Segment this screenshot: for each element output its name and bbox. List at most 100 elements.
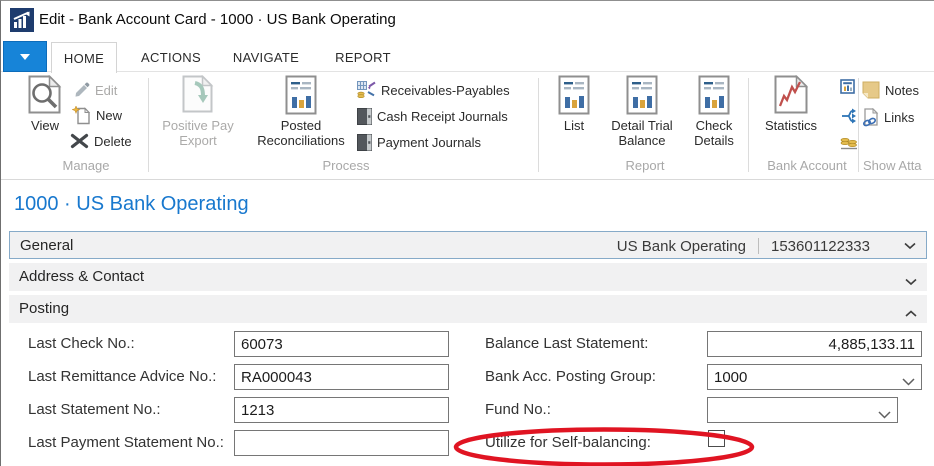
fasttab-posting[interactable]: Posting	[9, 295, 927, 323]
receivables-payables-label: Receivables-Payables	[381, 83, 510, 98]
fund-no-label: Fund No.:	[485, 397, 551, 423]
app-logo-icon	[10, 8, 34, 32]
summary-divider	[758, 238, 759, 254]
delete-x-icon	[70, 133, 89, 149]
tab-home-label: HOME	[64, 51, 104, 66]
branch-arrows-icon	[840, 107, 857, 124]
payment-journals-label: Payment Journals	[377, 135, 481, 150]
positive-pay-export-button[interactable]: Positive Pay Export	[151, 75, 245, 148]
last-check-no-input[interactable]	[234, 331, 449, 357]
last-remittance-advice-no-input[interactable]	[234, 364, 449, 390]
page-title: 1000 · US Bank Operating	[14, 193, 249, 216]
group-separator	[858, 78, 859, 172]
link-page-icon	[862, 108, 879, 127]
new-button-label: New	[96, 108, 122, 123]
application-menu-button[interactable]	[3, 41, 47, 72]
last-remittance-advice-no-label: Last Remittance Advice No.:	[28, 364, 216, 390]
fasttab-general-label: General	[10, 232, 73, 260]
bank-acc-posting-group-combobox[interactable]	[707, 364, 922, 390]
report-chart-document-icon	[285, 75, 317, 115]
view-button-label: View	[31, 118, 59, 133]
edit-button[interactable]: Edit	[74, 80, 117, 100]
receivables-payables-button[interactable]: Receivables-Payables	[357, 80, 510, 100]
show-attached-group-label: Show Atta	[863, 158, 934, 173]
last-statement-no-input[interactable]	[234, 397, 449, 423]
detail-trial-balance-button[interactable]: Detail Trial Balance	[603, 75, 681, 148]
detail-trial-balance-label: Detail Trial Balance	[603, 118, 681, 148]
posted-reconciliations-label: Posted Reconciliations	[247, 118, 355, 148]
last-statement-no-label: Last Statement No.:	[28, 397, 161, 423]
report-chart-document-icon	[558, 75, 590, 115]
fasttab-address-contact-label: Address & Contact	[9, 263, 144, 291]
fasttab-posting-label: Posting	[9, 295, 69, 323]
tab-report-label: REPORT	[335, 50, 391, 65]
payment-journals-button[interactable]: Payment Journals	[357, 132, 481, 152]
cash-receipt-journals-button[interactable]: Cash Receipt Journals	[357, 106, 508, 126]
utilize-for-self-balancing-label: Utilize for Self-balancing:	[485, 430, 651, 456]
report-chart-document-icon	[626, 75, 658, 115]
last-payment-statement-no-input[interactable]	[234, 430, 449, 456]
new-button[interactable]: New	[72, 105, 122, 125]
last-payment-statement-no-label: Last Payment Statement No.:	[28, 430, 224, 456]
tab-navigate[interactable]: NAVIGATE	[225, 42, 307, 72]
tab-navigate-label: NAVIGATE	[233, 50, 299, 65]
chevron-up-icon[interactable]	[905, 305, 917, 323]
group-separator	[538, 78, 539, 172]
statement-chart-button[interactable]	[840, 77, 856, 97]
bank-acc-posting-group-label: Bank Acc. Posting Group:	[485, 364, 656, 390]
report-chart-document-icon	[698, 75, 730, 115]
notes-button-label: Notes	[885, 83, 919, 98]
general-name-value: US Bank Operating	[617, 238, 746, 255]
general-account-no-value: 153601122333	[771, 238, 870, 255]
cash-receipt-journals-label: Cash Receipt Journals	[377, 109, 508, 124]
utilize-for-self-balancing-checkbox[interactable]	[708, 430, 725, 447]
manage-group-label: Manage	[26, 158, 146, 173]
chevron-down-icon[interactable]	[905, 273, 917, 291]
window-title: Edit - Bank Account Card - 1000 · US Ban…	[39, 11, 396, 28]
balance-last-statement-input[interactable]	[707, 331, 922, 357]
edit-button-label: Edit	[95, 83, 117, 98]
group-separator	[148, 78, 149, 172]
fasttab-address-contact[interactable]: Address & Contact	[9, 263, 927, 291]
statistics-button[interactable]: Statistics	[749, 75, 833, 133]
links-button[interactable]: Links	[862, 107, 914, 127]
statistics-button-label: Statistics	[765, 118, 817, 133]
links-button-label: Links	[884, 110, 914, 125]
delete-button[interactable]: Delete	[70, 131, 132, 151]
new-page-icon	[72, 106, 91, 125]
dimensions-button[interactable]	[840, 105, 857, 125]
fund-no-combobox[interactable]	[707, 397, 898, 423]
chevron-down-icon	[19, 53, 31, 61]
ribbon: View Edit New Delete Manage	[1, 72, 934, 180]
last-check-no-label: Last Check No.:	[28, 331, 135, 357]
journal-icon	[357, 134, 372, 151]
process-group-label: Process	[161, 158, 531, 173]
list-button[interactable]: List	[545, 75, 603, 133]
ledger-entries-button[interactable]	[840, 133, 858, 153]
receivables-payables-icon	[357, 81, 376, 99]
tab-home[interactable]: HOME	[51, 42, 117, 73]
view-button[interactable]: View	[19, 75, 71, 133]
coins-icon	[840, 137, 858, 150]
balance-last-statement-label: Balance Last Statement:	[485, 331, 648, 357]
statistics-chart-document-icon	[774, 75, 808, 115]
check-details-button[interactable]: Check Details	[682, 75, 746, 148]
chevron-down-icon[interactable]	[904, 242, 916, 250]
posted-reconciliations-button[interactable]: Posted Reconciliations	[247, 75, 355, 148]
delete-button-label: Delete	[94, 134, 132, 149]
sticky-note-icon	[862, 81, 880, 99]
notes-button[interactable]: Notes	[862, 80, 919, 100]
tab-actions-label: ACTIONS	[141, 50, 201, 65]
tab-actions[interactable]: ACTIONS	[131, 42, 211, 72]
chart-window-icon	[840, 79, 856, 95]
bank-account-group-label: Bank Account	[755, 158, 859, 173]
export-document-icon	[182, 75, 214, 115]
bank-account-card-window: Edit - Bank Account Card - 1000 · US Ban…	[0, 0, 934, 466]
pencil-icon	[74, 82, 90, 98]
positive-pay-export-label: Positive Pay Export	[151, 118, 245, 148]
journal-icon	[357, 108, 372, 125]
view-document-magnifier-icon	[28, 75, 62, 115]
fasttab-general-summary: US Bank Operating 153601122333	[617, 232, 920, 260]
fasttab-general[interactable]: General US Bank Operating 153601122333	[9, 231, 927, 259]
tab-report[interactable]: REPORT	[329, 42, 397, 72]
